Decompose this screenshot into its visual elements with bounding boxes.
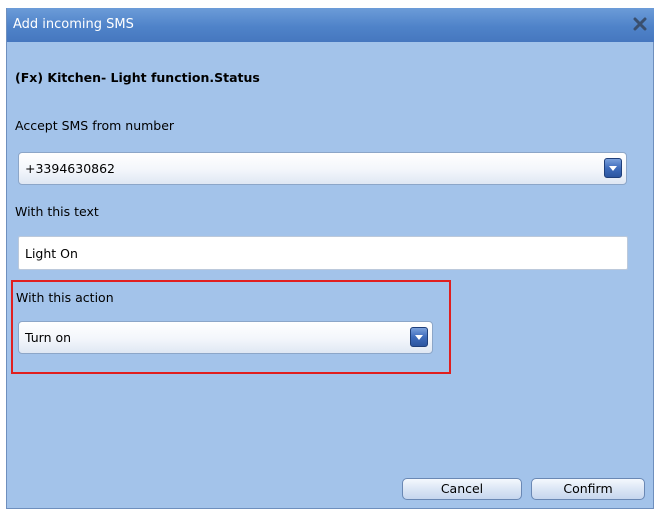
- dialog-titlebar[interactable]: Add incoming SMS: [7, 8, 654, 42]
- sms-text-value: Light On: [25, 246, 78, 261]
- close-button[interactable]: [629, 12, 651, 36]
- number-label: Accept SMS from number: [15, 118, 175, 133]
- add-incoming-sms-dialog: Add incoming SMS (Fx) Kitchen- Light fun…: [6, 8, 654, 509]
- dialog-title: Add incoming SMS: [13, 17, 134, 32]
- chevron-down-icon: [609, 166, 617, 171]
- action-dropdown-button[interactable]: [410, 327, 428, 347]
- close-x-icon: [633, 17, 647, 31]
- item-heading: (Fx) Kitchen- Light function.Status: [15, 70, 260, 85]
- confirm-button[interactable]: Confirm: [531, 478, 645, 500]
- action-value: Turn on: [25, 330, 72, 345]
- text-label: With this text: [15, 204, 99, 219]
- phone-number-select[interactable]: +3394630862: [18, 152, 627, 185]
- phone-number-value: +3394630862: [25, 161, 116, 176]
- chevron-down-icon: [415, 335, 423, 340]
- action-select[interactable]: Turn on: [18, 321, 433, 354]
- sms-text-field[interactable]: Light On: [18, 236, 628, 270]
- cancel-button[interactable]: Cancel: [402, 478, 522, 500]
- action-label: With this action: [16, 290, 114, 305]
- phone-number-dropdown-button[interactable]: [604, 158, 622, 178]
